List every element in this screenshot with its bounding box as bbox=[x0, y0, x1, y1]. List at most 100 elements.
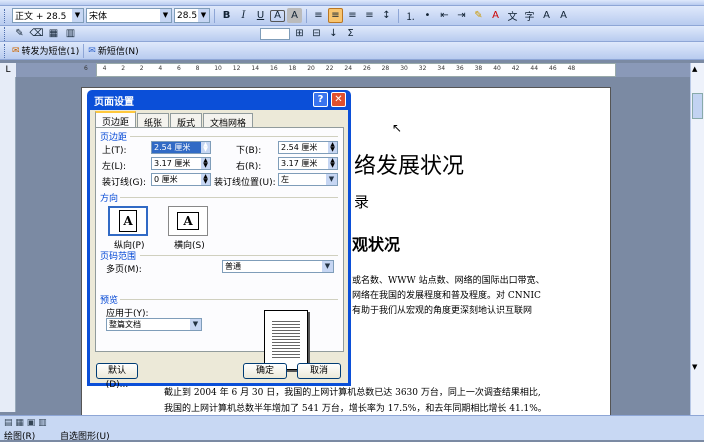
ruler-number: 40 bbox=[493, 65, 501, 72]
bold-button[interactable]: B bbox=[219, 8, 234, 23]
top-margin-label: 上(T): bbox=[102, 146, 127, 156]
border-icon[interactable]: ▦ bbox=[46, 26, 61, 41]
increase-indent-icon[interactable]: ⇥ bbox=[454, 8, 469, 23]
ruler-number: 2 bbox=[121, 65, 126, 72]
gutter-input[interactable]: 0 厘米 ▲ ▼ bbox=[151, 173, 211, 186]
doc-heading: 观状况 bbox=[352, 235, 401, 254]
dialog-title: 页面设置 bbox=[94, 96, 134, 108]
doc-line: 有助于我们从宏观的角度更深刻地认识互联网 bbox=[352, 306, 533, 316]
font-combo[interactable]: 宋体 ▼ bbox=[86, 8, 172, 23]
ruler-corner[interactable]: L bbox=[0, 63, 16, 77]
spinner-icon[interactable]: ▲ ▼ bbox=[328, 142, 337, 153]
size-combo[interactable]: 28.5 ▼ bbox=[174, 8, 210, 23]
sms-icon: ✉ bbox=[12, 45, 20, 56]
line-weight-combo[interactable] bbox=[260, 27, 290, 40]
char-shading-button[interactable]: A bbox=[287, 8, 302, 23]
grow-font-icon[interactable]: A bbox=[539, 8, 554, 23]
font-color-icon[interactable]: A bbox=[488, 8, 503, 23]
cancel-button[interactable]: 取消 bbox=[297, 363, 341, 379]
tab-layout[interactable]: 版式 bbox=[170, 113, 203, 129]
new-sms-button[interactable]: ✉ 新短信(N) bbox=[88, 44, 138, 58]
view-buttons[interactable]: ▤ ▦ ▣ ▥ bbox=[4, 418, 47, 428]
shrink-font-icon[interactable]: A bbox=[556, 8, 571, 23]
enclose-icon[interactable]: 字 bbox=[522, 8, 537, 23]
toolbar-grip[interactable] bbox=[4, 8, 7, 23]
scroll-down-icon[interactable]: ▼ bbox=[692, 363, 697, 371]
separator bbox=[306, 8, 307, 23]
align-right-icon[interactable]: ≡ bbox=[345, 8, 360, 23]
justify-icon[interactable]: ≡ bbox=[362, 8, 377, 23]
eraser-icon[interactable]: ⌫ bbox=[29, 26, 44, 41]
merge-icon[interactable]: ⊞ bbox=[292, 26, 307, 41]
chevron-down-icon[interactable]: ▼ bbox=[326, 174, 337, 185]
char-border-button[interactable]: A bbox=[270, 9, 285, 22]
sort-icon[interactable]: ↓ bbox=[326, 26, 341, 41]
decrease-indent-icon[interactable]: ⇤ bbox=[437, 8, 452, 23]
scroll-up-icon[interactable]: ▲ bbox=[692, 65, 697, 73]
default-button[interactable]: 默认(D)... bbox=[96, 363, 138, 390]
chevron-down-icon[interactable]: ▼ bbox=[322, 261, 333, 272]
ruler-number: 4 bbox=[102, 65, 107, 72]
horizontal-ruler[interactable]: 6 4 2 2 4 6 8 10 12 14 16 18 20 22 24 26 28 30 32 34 36 38 40 4… bbox=[16, 63, 704, 77]
apply-to-select[interactable]: 整篇文档 ▼ bbox=[106, 318, 202, 331]
scroll-thumb[interactable] bbox=[692, 93, 703, 119]
chevron-down-icon[interactable]: ▼ bbox=[160, 9, 171, 22]
ruler-number: 44 bbox=[530, 65, 539, 72]
ok-button[interactable]: 确定 bbox=[243, 363, 287, 379]
tab-paper[interactable]: 纸张 bbox=[137, 113, 170, 129]
bullets-icon[interactable]: • bbox=[420, 8, 435, 23]
shading-icon[interactable]: ▥ bbox=[63, 26, 78, 41]
left-margin-input[interactable]: 3.17 厘米 ▲ ▼ bbox=[151, 157, 211, 170]
ruler-number: 8 bbox=[195, 65, 200, 72]
toolbar-grip[interactable] bbox=[4, 26, 7, 41]
bottom-margin-label: 下(B): bbox=[236, 146, 262, 156]
landscape-option[interactable]: A bbox=[168, 206, 208, 236]
spinner-icon[interactable]: ▲ ▼ bbox=[201, 158, 210, 169]
bottom-margin-input[interactable]: 2.54 厘米 ▲ ▼ bbox=[278, 141, 338, 154]
landscape-icon: A bbox=[177, 212, 199, 230]
gutter-position-select[interactable]: 左 ▼ bbox=[278, 173, 338, 186]
vertical-scrollbar[interactable]: ▲ ▼ bbox=[690, 63, 704, 415]
vertical-ruler[interactable] bbox=[0, 77, 16, 412]
draw-menu[interactable]: 绘图(R) bbox=[4, 429, 35, 442]
spinner-icon[interactable]: ▲ ▼ bbox=[201, 174, 210, 185]
portrait-option[interactable]: A bbox=[108, 206, 148, 236]
ruler-number: 12 bbox=[232, 65, 241, 72]
text-cursor-icon: ↖ bbox=[392, 121, 403, 135]
tab-margins[interactable]: 页边距 bbox=[95, 111, 137, 128]
right-margin-input[interactable]: 3.17 厘米 ▲ ▼ bbox=[278, 157, 338, 170]
multiple-pages-value: 普通 bbox=[225, 262, 241, 271]
gutter-position-value: 左 bbox=[281, 175, 289, 184]
underline-button[interactable]: U bbox=[253, 8, 268, 23]
split-icon[interactable]: ⊟ bbox=[309, 26, 324, 41]
align-center-icon[interactable]: ≡ bbox=[328, 8, 343, 23]
tab-doc-grid[interactable]: 文档网格 bbox=[203, 113, 254, 129]
autoshapes-menu[interactable]: 自选图形(U) bbox=[60, 429, 110, 442]
draw-table-icon[interactable]: ✎ bbox=[12, 26, 27, 41]
doc-paragraph-1: 或名数、WWW 站点数、网络的国际出口带宽、 网络在我国的发展程度和普及程度。对… bbox=[352, 274, 612, 319]
align-left-icon[interactable]: ≡ bbox=[311, 8, 326, 23]
multiple-pages-select[interactable]: 普通 ▼ bbox=[222, 260, 334, 273]
chevron-down-icon[interactable]: ▼ bbox=[72, 9, 83, 22]
convert-sms-button[interactable]: ✉ 转发为短信(1) bbox=[12, 44, 79, 58]
help-button[interactable]: ? bbox=[313, 92, 328, 107]
phonetic-icon[interactable]: 文 bbox=[505, 8, 520, 23]
top-margin-input[interactable]: 2.54 厘米 ▲ ▼ bbox=[151, 141, 211, 154]
spinner-icon[interactable]: ▲ ▼ bbox=[328, 158, 337, 169]
style-combo[interactable]: 正文 + 28.5 ▼ bbox=[12, 8, 84, 23]
chevron-down-icon[interactable]: ▼ bbox=[198, 9, 209, 22]
highlight-icon[interactable]: ✎ bbox=[471, 8, 486, 23]
line-spacing-icon[interactable]: ↕ bbox=[379, 8, 394, 23]
section-divider bbox=[120, 197, 338, 198]
numbering-icon[interactable]: ⒈ bbox=[403, 8, 418, 23]
dialog-titlebar[interactable]: 页面设置 ? ✕ bbox=[90, 90, 348, 110]
close-button[interactable]: ✕ bbox=[331, 92, 346, 107]
ruler-number: 48 bbox=[567, 65, 576, 72]
toolbar-grip[interactable] bbox=[4, 43, 7, 58]
sum-icon[interactable]: Σ bbox=[343, 26, 358, 41]
italic-button[interactable]: I bbox=[236, 8, 251, 23]
dialog-body: 页边距 纸张 版式 文档网格 页边距 上(T): 2.54 厘米 ▲ ▼ 下(B):… bbox=[90, 110, 348, 390]
pages-section-title: 页码范围 bbox=[100, 252, 137, 262]
chevron-down-icon[interactable]: ▼ bbox=[190, 319, 201, 330]
spinner-icon[interactable]: ▲ ▼ bbox=[201, 142, 210, 153]
